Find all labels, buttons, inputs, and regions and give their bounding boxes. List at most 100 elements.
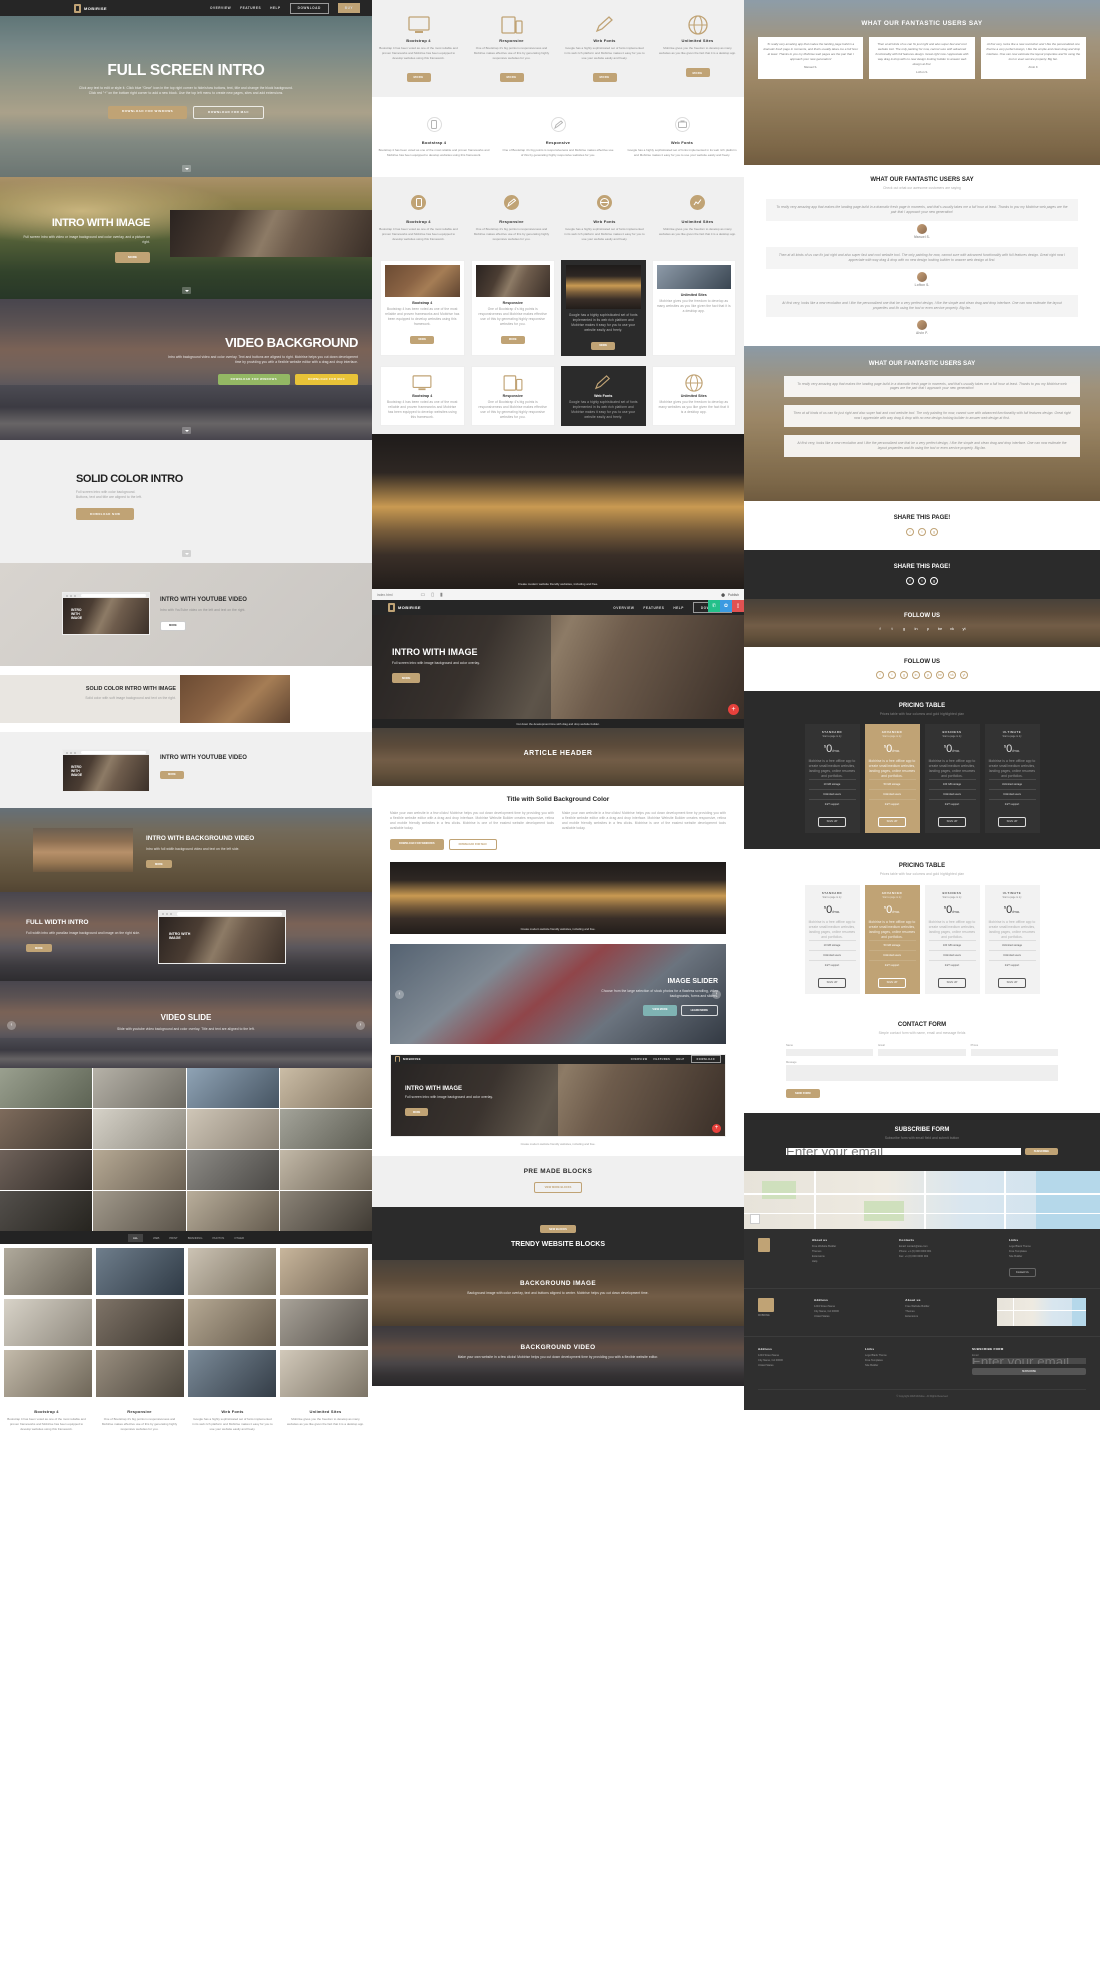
follow-social-icons[interactable]: f t g in p be vk yt (744, 670, 1100, 679)
editor-publish-group[interactable]: ⬤ Publish (721, 593, 739, 597)
footer-link[interactable]: Site Builder (865, 1364, 960, 1369)
hero-download-windows-button[interactable]: DOWNLOAD FOR WINDOWS (107, 105, 188, 119)
gallery-tile[interactable] (93, 1150, 186, 1190)
gallery-tile[interactable] (186, 1068, 279, 1108)
footer-link[interactable]: Extensions (905, 1315, 986, 1320)
plan-signup-button[interactable]: SIGN UP (997, 977, 1027, 988)
message-field[interactable] (786, 1065, 1058, 1082)
feature-more-button[interactable]: MORE (591, 341, 616, 350)
twitter-icon[interactable]: t (918, 576, 926, 585)
footer-map-col[interactable] (996, 1297, 1087, 1326)
email-field[interactable] (878, 1048, 966, 1056)
gallery-tile[interactable] (280, 1350, 368, 1397)
trash-icon[interactable]: ▯ (732, 600, 744, 612)
hero-download-windows-button[interactable]: DOWNLOAD FOR WINDOWS (217, 373, 290, 385)
nav-item-overview[interactable]: OVERVIEW (613, 606, 634, 610)
facebook-icon[interactable]: f (876, 625, 884, 633)
hero-download-mac-button[interactable]: DOWNLOAD FOR MAC (294, 373, 358, 385)
linkedin-icon[interactable]: in (912, 670, 920, 679)
gallery-tile[interactable] (93, 1109, 186, 1149)
plan-signup-button[interactable]: SIGN UP (997, 816, 1027, 827)
youtube-player-card[interactable]: INTRO WITH IMAGE (62, 749, 150, 792)
add-block-button[interactable]: + (712, 1123, 721, 1133)
site-settings-icon[interactable]: ⬤ (721, 593, 725, 597)
nav-cta-button[interactable]: BUY (337, 3, 360, 13)
feature-more-button[interactable]: MORE (592, 72, 617, 82)
nav-item-overview[interactable]: OVERVIEW (210, 6, 231, 10)
footer-subscribe-button[interactable]: SUBSCRIBE (972, 1368, 1086, 1376)
gallery-tile[interactable] (96, 1248, 184, 1295)
twitter-icon[interactable]: t (888, 670, 896, 679)
facebook-icon[interactable]: f (876, 670, 884, 679)
scroll-down-icon[interactable] (182, 427, 191, 434)
gallery-tile[interactable] (188, 1299, 276, 1346)
feature-more-button[interactable]: MORE (500, 335, 525, 344)
scroll-down-icon[interactable] (182, 165, 191, 172)
brand[interactable]: MOBIRISE (74, 3, 107, 13)
feature-more-button[interactable]: MORE (499, 72, 524, 82)
editor-url[interactable]: index.html (377, 593, 392, 597)
youtube-player-card[interactable]: INTRO WITH IMAGE (62, 592, 150, 635)
map-block[interactable] (744, 1170, 1100, 1229)
hero-more-button[interactable]: MORE (160, 770, 184, 779)
google-icon[interactable]: g (930, 527, 938, 536)
add-block-button[interactable]: + (728, 704, 739, 715)
vk-icon[interactable]: vk (948, 670, 956, 679)
google-icon[interactable]: g (930, 576, 938, 585)
feature-more-button[interactable]: MORE (410, 335, 435, 344)
linkedin-icon[interactable]: in (912, 625, 920, 633)
publish-label[interactable]: Publish (728, 593, 739, 597)
gallery-tile[interactable] (279, 1068, 372, 1108)
gallery-tab-print[interactable]: PRINT (169, 1236, 177, 1240)
gallery-tab-web[interactable]: WEB (153, 1236, 159, 1240)
gallery-tile[interactable] (0, 1068, 93, 1108)
hero-more-button[interactable]: MORE (26, 944, 52, 953)
footer-link[interactable]: Help (812, 1260, 889, 1265)
pre-made-view-more-button[interactable]: VIEW MORE BLOCKS (533, 1181, 583, 1193)
gallery-tile[interactable] (279, 1150, 372, 1190)
gallery-tile[interactable] (280, 1299, 368, 1346)
gallery-tile[interactable] (279, 1109, 372, 1149)
nav-item-overview[interactable]: OVERVIEW (631, 1058, 648, 1061)
gallery-tile[interactable] (93, 1068, 186, 1108)
slider-prev-icon[interactable]: ‹ (395, 989, 404, 999)
youtube-icon[interactable]: yt (960, 625, 968, 633)
slider-next-icon[interactable]: › (712, 989, 721, 999)
gallery-tile[interactable] (279, 1191, 372, 1231)
behance-icon[interactable]: be (936, 670, 944, 679)
scroll-down-icon[interactable] (182, 287, 191, 294)
pinterest-icon[interactable]: p (924, 625, 932, 633)
scroll-down-icon[interactable] (182, 550, 191, 557)
gear-icon[interactable]: ✿ (720, 600, 732, 612)
gallery-tab-other[interactable]: OTHER (234, 1236, 244, 1240)
hero-more-button[interactable]: MORE (160, 620, 186, 631)
plan-signup-button[interactable]: SIGN UP (877, 816, 907, 827)
feature-more-button[interactable]: MORE (406, 72, 431, 82)
gallery-tab-all[interactable]: ALL (127, 1233, 143, 1242)
hero-download-button[interactable]: DOWNLOAD NOW (76, 507, 135, 520)
phone-field[interactable] (970, 1048, 1058, 1056)
nav-download-button[interactable]: DOWNLOAD (289, 2, 329, 14)
gallery-tile[interactable] (188, 1350, 276, 1397)
gallery-grid-2[interactable] (0, 1244, 372, 1401)
contact-submit-button[interactable]: SEND FORM (786, 1089, 820, 1099)
hero-more-button[interactable]: MORE (115, 251, 150, 263)
gallery-tile[interactable] (4, 1299, 92, 1346)
gallery-tile[interactable] (188, 1248, 276, 1295)
share-social-icons[interactable]: f t g (744, 527, 1100, 536)
gallery-tab-branding[interactable]: BRANDING (188, 1236, 203, 1240)
nav-links[interactable]: OVERVIEW FEATURES HELP DOWNLOAD BUY (210, 2, 360, 14)
google-icon[interactable]: g (900, 625, 908, 633)
desktop-icon[interactable]: ▭ (420, 592, 425, 598)
pinterest-icon[interactable]: p (924, 670, 932, 679)
gallery-tile[interactable] (96, 1350, 184, 1397)
facebook-icon[interactable]: f (906, 576, 914, 585)
nav-item-help[interactable]: HELP (270, 6, 281, 10)
article-download-mac-button[interactable]: DOWNLOAD FOR MAC (448, 838, 497, 850)
youtube-icon[interactable]: yt (960, 670, 968, 679)
nav-item-features[interactable]: FEATURES (240, 6, 261, 10)
plan-signup-button[interactable]: SIGN UP (877, 977, 907, 988)
gallery-tile[interactable] (186, 1150, 279, 1190)
behance-icon[interactable]: be (936, 625, 944, 633)
facebook-icon[interactable]: f (906, 527, 914, 536)
